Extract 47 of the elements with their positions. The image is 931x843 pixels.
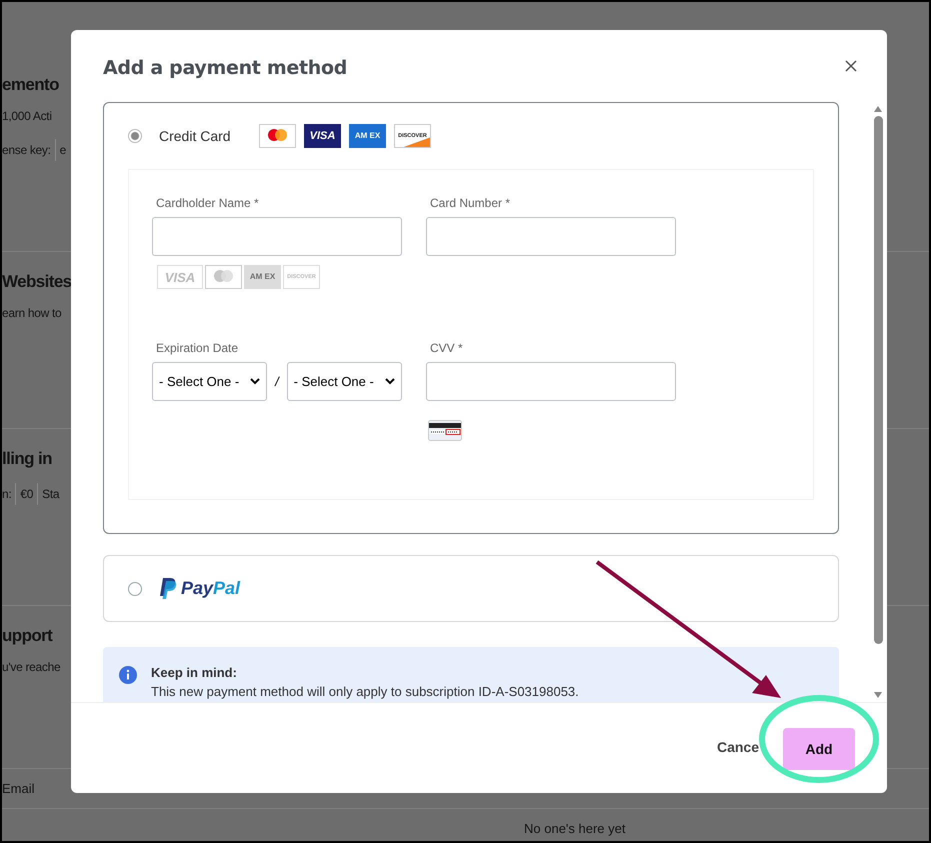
background-text: u've reache [2,660,60,674]
option-label: Credit Card [159,128,232,144]
notice-title: Keep in mind: [151,665,238,680]
background-text: n: [2,487,12,501]
paypal-p-icon [159,578,177,599]
text-input-field[interactable] [152,217,402,256]
background-text: Sta [42,487,60,501]
background-text: ense key: [2,143,51,157]
cancel-button[interactable]: Cance [716,739,759,755]
background-text: e [60,143,66,157]
field-label: Cardholder Name * [156,196,260,210]
text-input-field[interactable] [426,217,676,256]
field-label: CVV * [430,341,464,355]
year-select[interactable]: - Select One - [286,362,402,401]
info-icon [119,666,137,684]
date-separator: / [274,374,281,389]
chevron-down-icon [384,378,395,385]
empty-state-text: No one's here yet [524,821,626,836]
notice-text: This new payment method will only apply to subscription ID-A-S03198053. [151,684,579,699]
background-text: €0 [20,487,34,501]
field-label: Expiration Date [156,341,240,355]
close-icon[interactable] [845,60,857,72]
column-header: Email [2,781,35,796]
scroll-up-icon[interactable] [874,106,882,112]
section-title: lling in [2,449,52,469]
month-select[interactable]: - Select One - [152,362,268,401]
card-back-icon [428,420,462,441]
card-brand-logo: VISA [304,124,341,148]
card-brand-logo: AM EX [244,265,281,289]
background-text: earn how to [2,306,62,320]
card-brand-logo: VISA [157,265,203,289]
dialog-title: Add a payment method [103,57,348,79]
paypal-logo: PayPal [181,578,240,599]
chevron-down-icon [250,378,260,385]
radio-button[interactable] [128,129,142,143]
cvv-input-field[interactable] [426,362,676,401]
field-label: Card Number * [430,196,512,210]
scroll-down-icon[interactable] [874,692,882,698]
radio-button[interactable] [128,582,142,596]
section-title: emento [2,75,59,95]
section-title: upport [2,626,52,646]
card-brand-icon [205,265,242,289]
section-title: Websites [2,272,72,292]
add-button[interactable]: Add [783,728,855,770]
card-brand-icon [259,124,296,148]
card-brand-logo: AM EX [349,124,386,148]
background-text: 1,000 Acti [2,109,52,123]
